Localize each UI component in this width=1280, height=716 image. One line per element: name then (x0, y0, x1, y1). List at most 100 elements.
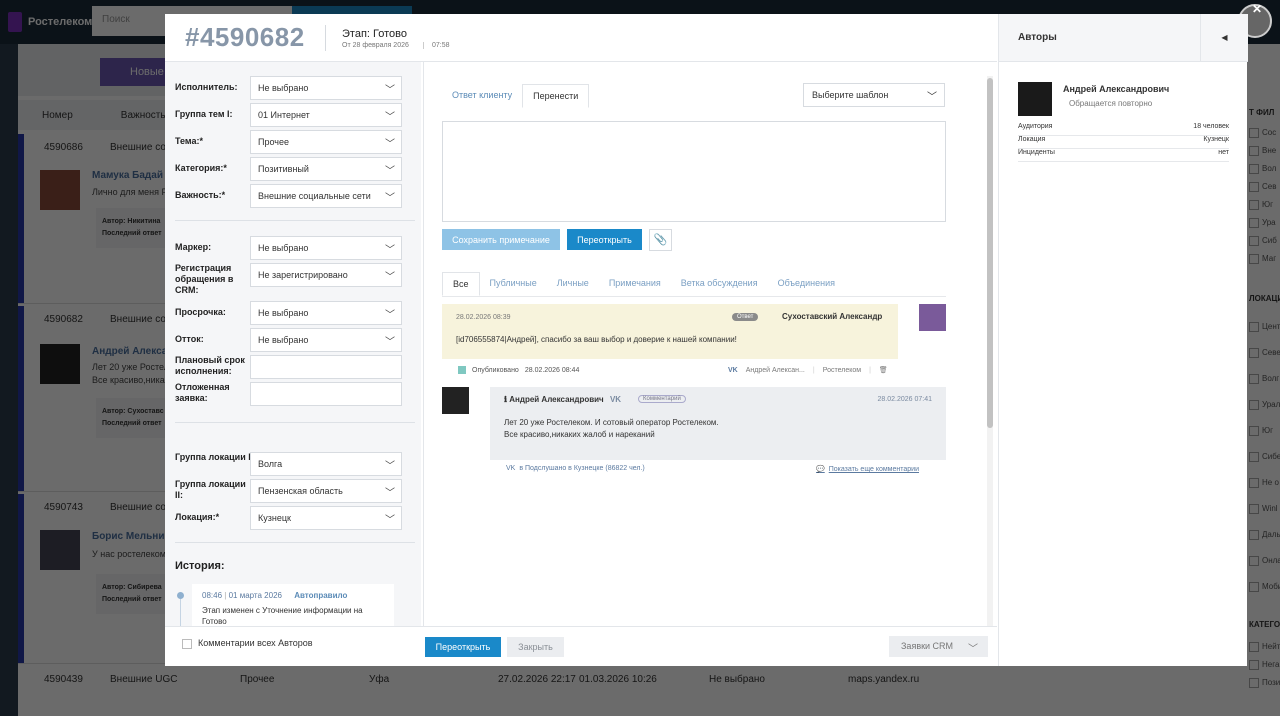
churn-select[interactable]: Не выбрано ﹀ (250, 328, 402, 352)
published-meta: VK Андрей Алексан... | Ростелеком | 🗑 (728, 366, 888, 375)
history-entry: 08:46 | 01 марта 2026 Автоправило Этап и… (192, 584, 394, 626)
save-note-button[interactable]: Сохранить примечание (442, 229, 560, 250)
field-importance: Важность:* Внешние социальные сети ﹀ (175, 184, 411, 208)
chevron-down-icon: ﹀ (385, 139, 395, 150)
tab-reply-client[interactable]: Ответ клиенту (442, 84, 522, 108)
crm-requests-button[interactable]: Заявки CRM ﹀ (889, 636, 988, 657)
topic-group-select[interactable]: 01 Интернет ﹀ (250, 103, 402, 127)
authors-panel: Авторы ◀ Андрей Александрович Обращается… (998, 14, 1248, 666)
planned-date-input[interactable] (250, 355, 402, 379)
author-stat: Аудитория 18 человек (1018, 123, 1229, 136)
chevron-down-icon: ﹀ (385, 245, 395, 256)
deferred-input[interactable] (250, 382, 402, 406)
logo-icon (8, 12, 22, 32)
reopen-button[interactable]: Переоткрыть (567, 229, 642, 250)
ticket-fields-panel: Исполнитель: Не выбрано ﹀ Группа тем I: 01 … (165, 62, 421, 626)
all-authors-checkbox[interactable] (182, 639, 192, 649)
trash-icon[interactable]: 🗑 (879, 366, 888, 374)
chevron-down-icon: ﹀ (385, 272, 395, 283)
assignee-select[interactable]: Не выбрано ﹀ (250, 76, 402, 100)
all-authors-label: Комментарии всех Авторов (198, 638, 313, 648)
comment-badge: Комментарий (638, 395, 686, 403)
field-planned-date: Плановый срок исполнения: (175, 355, 411, 379)
avatar (442, 387, 469, 414)
tab-transfer[interactable]: Перенести (522, 84, 590, 108)
chevron-down-icon: ﹀ (385, 488, 395, 499)
tab-merges[interactable]: Объединения (768, 272, 845, 296)
vk-icon: VK (609, 395, 622, 404)
location-group-2-select[interactable]: Пензенская область ﹀ (250, 479, 402, 503)
tab-private[interactable]: Личные (547, 272, 599, 296)
reply-tabs: Ответ клиенту Перенести (442, 84, 590, 108)
field-topic: Тема:* Прочее ﹀ (175, 130, 411, 154)
chevron-down-icon: ﹀ (385, 85, 395, 96)
tab-notes[interactable]: Примечания (599, 272, 671, 296)
marker-select[interactable]: Не выбрано ﹀ (250, 236, 402, 260)
location-select[interactable]: Кузнецк ﹀ (250, 506, 402, 530)
location-group-1-select[interactable]: Волга ﹀ (250, 452, 402, 476)
show-more-comments-link[interactable]: 💬 Показать еще комментарии (816, 465, 919, 473)
ticket-id: #4590682 (185, 22, 305, 52)
topic-select[interactable]: Прочее ﹀ (250, 130, 402, 154)
paperclip-icon[interactable]: 📎 (649, 229, 672, 251)
published-status: Опубликовано 28.02.2026 08:44 (458, 366, 579, 374)
avatar (919, 304, 946, 331)
client-comment: ℹ Андрей Александрович VK Комментарий 28… (490, 387, 946, 460)
field-assignee: Исполнитель: Не выбрано ﹀ (175, 76, 411, 100)
tab-thread[interactable]: Ветка обсуждения (671, 272, 768, 296)
chevron-down-icon: ﹀ (385, 337, 395, 348)
left-nav (0, 44, 18, 716)
avatar (1018, 82, 1052, 116)
reopen-footer-button[interactable]: Переоткрыть (425, 637, 501, 657)
crm-registration-select[interactable]: Не зарегистрировано ﹀ (250, 263, 402, 287)
avatar (40, 530, 80, 570)
modal-header: #4590682 Этап: Готово От 28 февраля 2026… (165, 14, 997, 62)
filters-panel: Т ФИЛ Сос Вне Вол Сев Юг Ура Сиб Маг ЛОК… (1245, 96, 1280, 716)
author-stat: Локация Кузнецк (1018, 136, 1229, 149)
template-select[interactable]: Выберите шаблон ﹀ (803, 83, 945, 107)
avatar (40, 344, 80, 384)
history-title: История: (175, 560, 225, 572)
field-topic-group: Группа тем I: 01 Интернет ﹀ (175, 103, 411, 127)
column-importance[interactable]: Важность (121, 110, 166, 121)
chat-icon: 💬 (816, 466, 825, 473)
message-panel: Ответ клиенту Перенести Выберите шаблон ﹀… (423, 62, 997, 626)
reply-message: 28.02.2026 08:39 Ответ Сухоставский Алек… (442, 304, 898, 359)
scrollbar[interactable] (987, 76, 993, 626)
stage-time: 07:58 (423, 42, 450, 49)
column-number[interactable]: Номер (42, 110, 73, 121)
field-overdue: Просрочка: Не выбрано ﹀ (175, 301, 411, 325)
importance-select[interactable]: Внешние социальные сети ﹀ (250, 184, 402, 208)
chevron-down-icon: ﹀ (385, 310, 395, 321)
field-category: Категория:* Позитивный ﹀ (175, 157, 411, 181)
chevron-down-icon: ﹀ (385, 515, 395, 526)
authors-title: Авторы (1018, 32, 1057, 43)
comment-source[interactable]: VK в Подслушано в Кузнецке (86822 чел.) (506, 465, 645, 472)
collapse-icon[interactable]: ◀ (1200, 14, 1248, 62)
table-row[interactable]: 4590439 Внешние UGC Прочее Уфа 27.02.202… (18, 666, 1228, 692)
stage-date: От 28 февраля 2026 (342, 42, 409, 49)
reply-badge: Ответ (732, 313, 759, 321)
close-button[interactable]: Закрыть (507, 637, 564, 657)
feed-tabs: Все Публичные Личные Примечания Ветка об… (442, 272, 946, 297)
vk-icon: VK (506, 465, 516, 472)
overdue-select[interactable]: Не выбрано ﹀ (250, 301, 402, 325)
chevron-down-icon: ﹀ (385, 193, 395, 204)
author-stat: Инциденты нет (1018, 149, 1229, 162)
tab-public[interactable]: Публичные (480, 272, 547, 296)
vk-icon: VK (728, 366, 738, 374)
tab-all[interactable]: Все (442, 272, 480, 296)
field-location-group-2: Группа локации II: Пензенская область ﹀ (175, 479, 411, 503)
chevron-down-icon: ﹀ (385, 112, 395, 123)
field-churn: Отток: Не выбрано ﹀ (175, 328, 411, 352)
chevron-down-icon: ﹀ (968, 644, 978, 655)
message-textarea[interactable] (442, 121, 946, 222)
brand-logo[interactable]: Ростелеком (8, 12, 92, 32)
field-marker: Маркер: Не выбрано ﹀ (175, 236, 411, 260)
category-select[interactable]: Позитивный ﹀ (250, 157, 402, 181)
field-deferred: Отложенная заявка: (175, 382, 411, 406)
close-icon[interactable]: ✕ (1252, 2, 1262, 16)
history-dot (177, 592, 184, 599)
author-name[interactable]: Андрей Александрович (1063, 84, 1169, 94)
avatar (40, 170, 80, 210)
